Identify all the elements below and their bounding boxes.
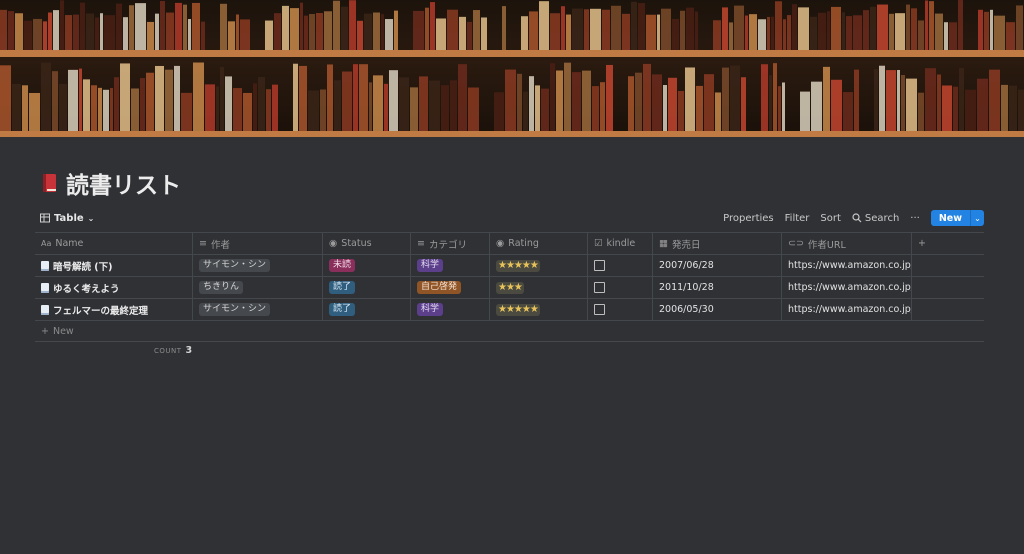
page-icon: [41, 260, 49, 271]
release-date: 2011/10/28: [653, 277, 782, 298]
table-row[interactable]: 暗号解読 (下) サイモン・シン 未読 科学 ★★★★★ 2007/06/28 …: [35, 255, 984, 277]
kindle-checkbox[interactable]: [594, 304, 605, 315]
view-label: Table: [54, 212, 84, 224]
properties-button[interactable]: Properties: [723, 213, 774, 224]
column-header-url[interactable]: ⊂⊃ 作者URL: [782, 233, 912, 254]
page-title: 読書リスト: [40, 168, 181, 199]
status-tag: 未読: [329, 259, 356, 272]
table-header: Aa Name ≡ 作者 ◉ Status ≡ カテゴリ ◉ Rating ☑ …: [35, 233, 984, 255]
more-options-icon[interactable]: ···: [910, 213, 920, 224]
column-header-status[interactable]: ◉ Status: [323, 233, 411, 254]
release-date: 2007/06/28: [653, 255, 782, 276]
row-title[interactable]: 暗号解読 (下): [53, 259, 113, 273]
count-label: COUNT: [154, 346, 182, 355]
list-icon: ≡: [199, 238, 207, 249]
view-selector[interactable]: Table ⌄: [40, 213, 94, 224]
column-header-rating[interactable]: ◉ Rating: [490, 233, 588, 254]
search-button[interactable]: Search: [852, 213, 899, 224]
author-tag: サイモン・シン: [199, 303, 271, 316]
text-icon: Aa: [41, 239, 52, 248]
cover-image: [0, 0, 1024, 137]
row-title[interactable]: ゆるく考えよう: [53, 281, 120, 295]
column-header-category[interactable]: ≡ カテゴリ: [411, 233, 490, 254]
author-tag: サイモン・シン: [199, 259, 271, 272]
category-tag: 自己啓発: [417, 281, 462, 294]
column-header-author[interactable]: ≡ 作者: [193, 233, 323, 254]
kindle-checkbox[interactable]: [594, 260, 605, 271]
database-toolbar: Table ⌄ Properties Filter Sort Search ··…: [40, 208, 984, 228]
author-tag: ちきりん: [199, 281, 244, 294]
column-header-date[interactable]: ▦ 発売日: [653, 233, 782, 254]
page-title-text: 読書リスト: [66, 173, 181, 199]
add-row-label: New: [52, 325, 74, 337]
search-icon: [852, 213, 862, 223]
new-button[interactable]: New: [930, 210, 970, 226]
link-icon: ⊂⊃: [788, 238, 804, 249]
new-dropdown-chevron-icon[interactable]: ⌄: [970, 210, 984, 226]
count-value: 3: [185, 345, 193, 356]
new-button-group: New ⌄: [930, 210, 984, 226]
rating-stars: ★★★: [496, 281, 524, 294]
status-icon: ◉: [496, 238, 505, 249]
release-date: 2006/05/30: [653, 299, 782, 320]
status-icon: ◉: [329, 238, 338, 249]
row-title[interactable]: フェルマーの最終定理: [53, 303, 148, 317]
author-url-link[interactable]: https://www.amazon.co.jp/%: [782, 277, 912, 298]
rating-stars: ★★★★★: [496, 303, 540, 316]
page-icon: [41, 282, 49, 293]
status-tag: 読了: [329, 281, 356, 294]
database-table: Aa Name ≡ 作者 ◉ Status ≡ カテゴリ ◉ Rating ☑ …: [35, 232, 984, 342]
table-row[interactable]: ゆるく考えよう ちきりん 読了 自己啓発 ★★★ 2011/10/28 http…: [35, 277, 984, 299]
table-row[interactable]: フェルマーの最終定理 サイモン・シン 読了 科学 ★★★★★ 2006/05/3…: [35, 299, 984, 321]
category-tag: 科学: [417, 259, 444, 272]
plus-icon: +: [41, 325, 49, 337]
row-count[interactable]: COUNT 3: [154, 345, 192, 356]
checkbox-icon: ☑: [594, 238, 603, 249]
page-icon: [41, 304, 49, 315]
add-row-button[interactable]: + New: [35, 321, 984, 342]
chevron-down-icon: ⌄: [87, 213, 95, 223]
author-url-link[interactable]: https://www.amazon.co.jp/%: [782, 255, 912, 276]
kindle-checkbox[interactable]: [594, 282, 605, 293]
rating-stars: ★★★★★: [496, 259, 540, 272]
filter-button[interactable]: Filter: [785, 213, 810, 224]
list-icon: ≡: [417, 238, 425, 249]
sort-button[interactable]: Sort: [820, 213, 841, 224]
bookshelf-illustration: [0, 0, 1024, 137]
author-url-link[interactable]: https://www.amazon.co.jp/%: [782, 299, 912, 320]
red-book-icon: [43, 174, 56, 192]
add-column-icon[interactable]: +: [912, 233, 984, 254]
calendar-icon: ▦: [659, 238, 668, 249]
search-label: Search: [864, 212, 900, 224]
status-tag: 読了: [329, 303, 356, 316]
column-header-kindle[interactable]: ☑ kindle: [588, 233, 653, 254]
category-tag: 科学: [417, 303, 444, 316]
column-header-name[interactable]: Aa Name: [35, 233, 193, 254]
table-icon: [40, 213, 50, 223]
